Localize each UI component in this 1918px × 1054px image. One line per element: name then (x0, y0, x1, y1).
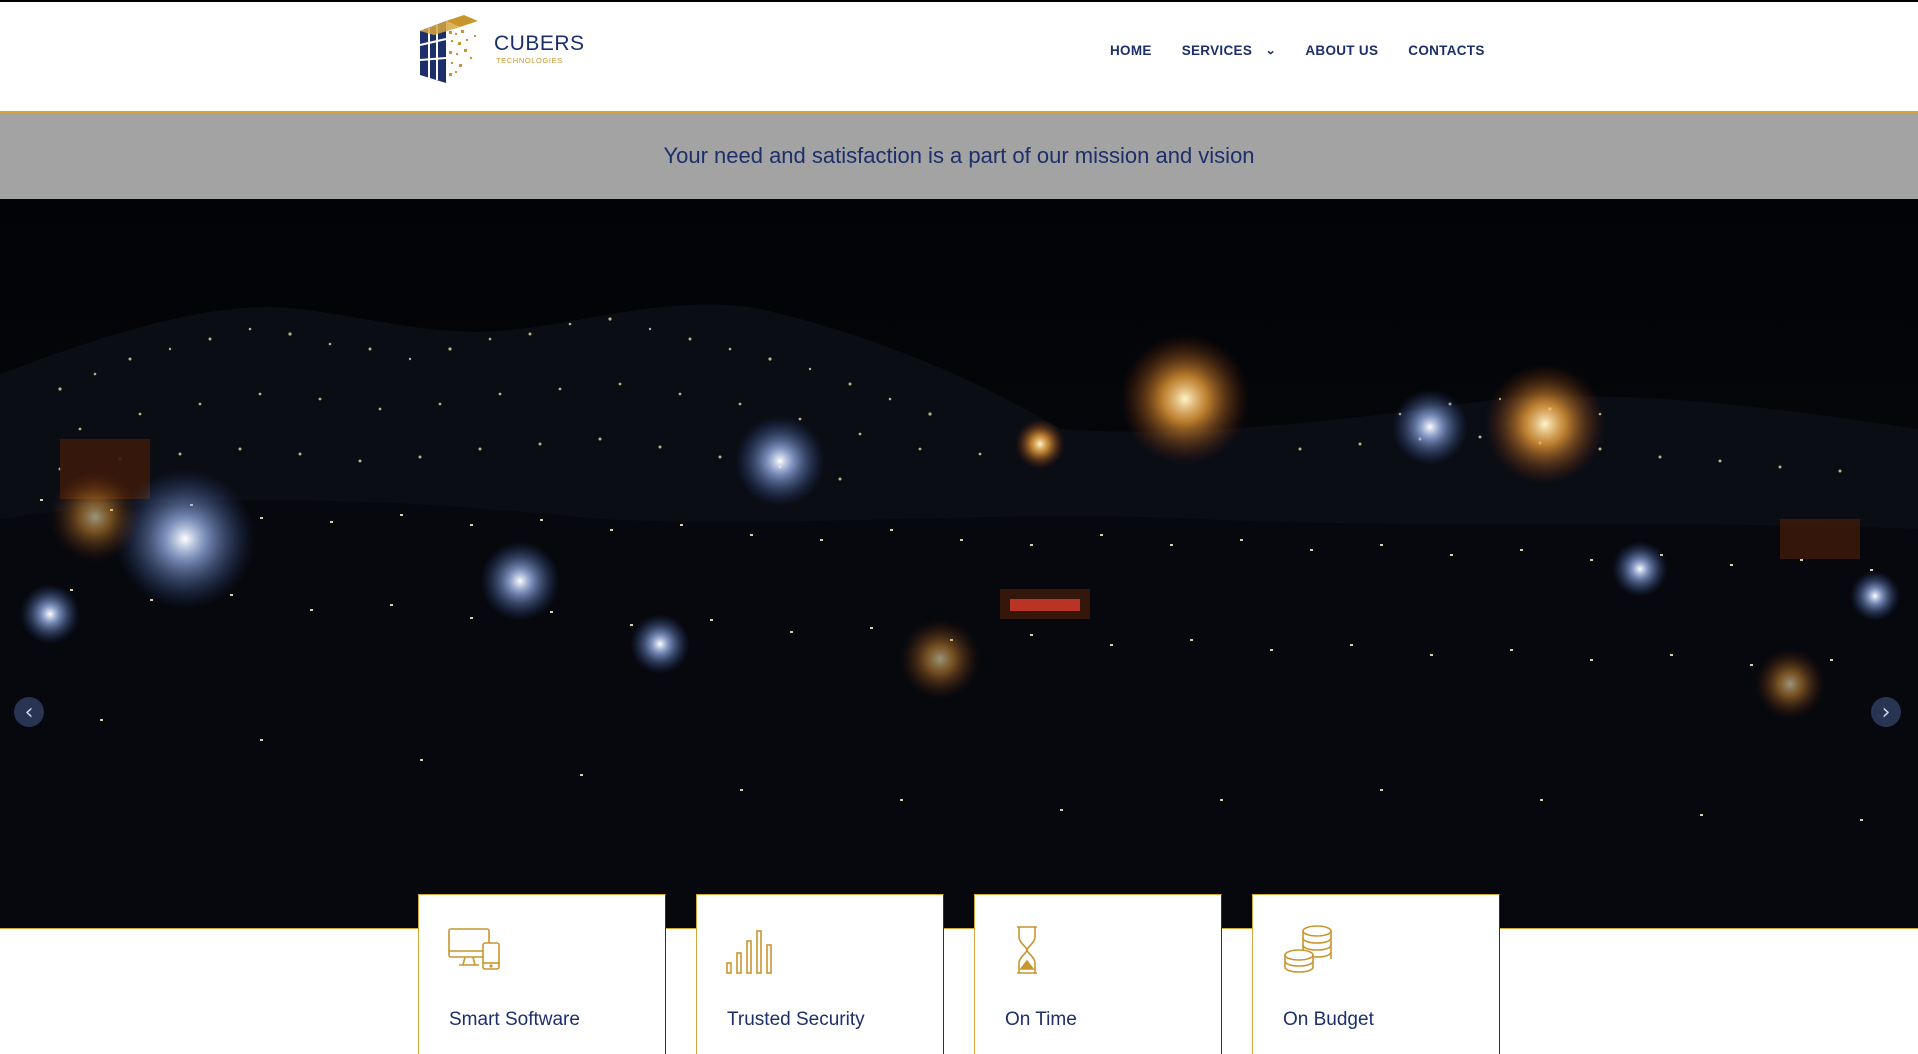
main-nav: HOME SERVICES ⌄ ABOUT US CONTACTS (1110, 43, 1515, 58)
feature-card-on-time[interactable]: On Time (974, 894, 1222, 1054)
slider-next-button[interactable]: › (1871, 697, 1901, 727)
feature-label: Smart Software (449, 1009, 580, 1030)
nav-link-about[interactable]: ABOUT US (1305, 43, 1378, 58)
nav-item-about[interactable]: ABOUT US (1305, 43, 1378, 58)
city-night-image (0, 199, 1918, 928)
feature-label: On Budget (1283, 1009, 1374, 1030)
bar-chart-icon (726, 930, 772, 974)
brand-name: CUBERS (494, 32, 585, 55)
feature-card-smart-software[interactable]: Smart Software (418, 894, 666, 1054)
nav-link-services[interactable]: SERVICES (1182, 43, 1252, 58)
nav-item-contacts[interactable]: CONTACTS (1408, 43, 1484, 58)
hourglass-icon (1017, 926, 1037, 974)
chevron-left-icon: ‹ (24, 699, 34, 725)
slider-prev-button[interactable]: ‹ (14, 697, 44, 727)
hero-bottom-line (0, 928, 1918, 929)
nav-item-services[interactable]: SERVICES ⌄ (1182, 43, 1277, 58)
feature-card-trusted-security[interactable]: Trusted Security (696, 894, 944, 1054)
nav-item-home[interactable]: HOME (1110, 43, 1152, 58)
chevron-down-icon[interactable]: ⌄ (1265, 44, 1276, 57)
chevron-right-icon: › (1881, 699, 1891, 725)
hero-slider: ‹ › (0, 199, 1918, 928)
logo[interactable]: CUBERS TECHNOLOGIES (416, 12, 584, 94)
coins-icon (1284, 925, 1332, 973)
mission-banner: Your need and satisfaction is a part of … (0, 113, 1918, 199)
site-header: CUBERS TECHNOLOGIES HOME SERVICES ⌄ ABOUT… (0, 2, 1918, 112)
mission-text: Your need and satisfaction is a part of … (663, 143, 1255, 168)
nav-link-home[interactable]: HOME (1110, 43, 1152, 58)
feature-label: On Time (1005, 1009, 1077, 1030)
brand-subtitle: TECHNOLOGIES (496, 56, 563, 65)
cube-logo-icon (419, 15, 478, 83)
devices-icon (448, 928, 500, 970)
feature-card-on-budget[interactable]: On Budget (1252, 894, 1500, 1054)
feature-label: Trusted Security (727, 1009, 865, 1030)
nav-link-contacts[interactable]: CONTACTS (1408, 43, 1484, 58)
